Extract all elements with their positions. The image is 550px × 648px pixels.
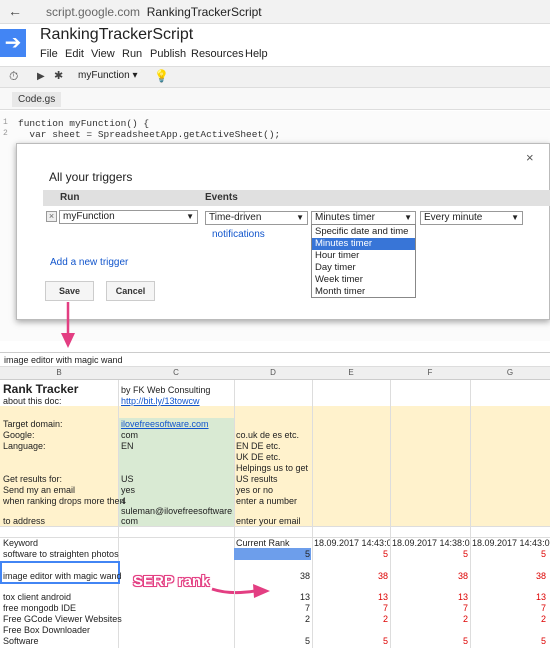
setting-label: Language: — [3, 441, 46, 451]
row-history[interactable]: 38 — [390, 571, 468, 581]
row-history[interactable]: 5 — [390, 549, 468, 559]
setting-note: UK DE etc. — [236, 452, 281, 462]
about-link[interactable]: http://bit.ly/13towcw — [121, 396, 200, 406]
setting-label: Google: — [3, 430, 35, 440]
row-rank[interactable]: 5 — [234, 549, 310, 559]
grid-line — [118, 380, 119, 648]
header-current-rank: Current Rank — [236, 538, 290, 548]
setting-label: when ranking drops more then — [3, 496, 125, 506]
sheet-title: Rank Tracker — [3, 382, 79, 396]
setting-value[interactable]: suleman@ilovefreesoftware. — [121, 506, 233, 516]
setting-value[interactable]: com — [121, 430, 138, 440]
row-history[interactable]: 38 — [470, 571, 546, 581]
column-header-g[interactable]: G — [470, 368, 550, 377]
setting-label: Send my an email — [3, 485, 76, 495]
setting-value[interactable]: com — [121, 516, 138, 526]
about-label: about this doc: — [3, 396, 62, 406]
row-history[interactable]: 7 — [312, 603, 388, 613]
row-keyword[interactable]: Free GCode Viewer Websites — [3, 614, 122, 624]
setting-value[interactable]: US — [121, 474, 134, 484]
grid-line — [0, 526, 550, 527]
setting-note: US results — [236, 474, 278, 484]
row-history[interactable]: 2 — [312, 614, 388, 624]
row-history[interactable]: 5 — [390, 636, 468, 646]
row-rank[interactable]: 2 — [234, 614, 310, 624]
row-history[interactable]: 5 — [312, 549, 388, 559]
setting-value[interactable]: 4 — [121, 496, 126, 506]
row-keyword[interactable]: software to straighten photos — [3, 549, 119, 559]
row-keyword[interactable]: free mongodb IDE — [3, 603, 76, 613]
row-history[interactable]: 5 — [312, 636, 388, 646]
row-history[interactable]: 5 — [470, 636, 546, 646]
row-history[interactable]: 2 — [470, 614, 546, 624]
setting-label: Get results for: — [3, 474, 63, 484]
row-rank[interactable]: 13 — [234, 592, 310, 602]
row-keyword[interactable]: Free Box Downloader — [3, 625, 90, 635]
setting-value[interactable]: EN — [121, 441, 134, 451]
row-history[interactable]: 7 — [470, 603, 546, 613]
row-history[interactable]: 13 — [390, 592, 468, 602]
row-history[interactable]: 5 — [470, 549, 546, 559]
row-rank[interactable]: 7 — [234, 603, 310, 613]
column-header-b[interactable]: B — [0, 368, 118, 377]
setting-note: co.uk de es etc. — [236, 430, 300, 440]
row-history[interactable]: 2 — [390, 614, 468, 624]
setting-value[interactable]: yes — [121, 485, 135, 495]
row-history[interactable]: 13 — [470, 592, 546, 602]
setting-value[interactable]: ilovefreesoftware.com — [121, 419, 209, 429]
header-date: 18.09.2017 14:43:05 — [314, 538, 390, 548]
setting-note: enter your email — [236, 516, 301, 526]
row-history[interactable]: 7 — [390, 603, 468, 613]
header-keyword: Keyword — [3, 538, 39, 548]
row-keyword[interactable]: tox client android — [3, 592, 71, 602]
header-date: 18.09.2017 14:43:03 — [472, 538, 550, 548]
row-keyword[interactable]: image editor with magic wand — [3, 571, 122, 581]
column-header-f[interactable]: F — [390, 368, 470, 377]
row-history[interactable]: 13 — [312, 592, 388, 602]
column-header-e[interactable]: E — [312, 368, 390, 377]
setting-note: EN DE etc. — [236, 441, 281, 451]
setting-note: enter a number — [236, 496, 298, 506]
setting-note: yes or no — [236, 485, 274, 495]
arrow-down-head — [61, 333, 75, 348]
row-rank[interactable]: 38 — [234, 571, 310, 581]
setting-label: to address — [3, 516, 46, 526]
setting-note: Helpings us to get — [236, 463, 309, 473]
serp-rank-annotation: SERP rank — [133, 573, 210, 590]
formula-bar[interactable]: image editor with magic wand — [0, 352, 550, 367]
setting-label: Target domain: — [3, 419, 63, 429]
row-history[interactable]: 38 — [312, 571, 388, 581]
sheet-author: by FK Web Consulting — [121, 385, 211, 395]
row-keyword[interactable]: Software — [3, 636, 39, 646]
column-header-d[interactable]: D — [234, 368, 312, 377]
header-date: 18.09.2017 14:38:04 — [392, 538, 470, 548]
row-rank[interactable]: 5 — [234, 636, 310, 646]
column-header-c[interactable]: C — [118, 368, 234, 377]
